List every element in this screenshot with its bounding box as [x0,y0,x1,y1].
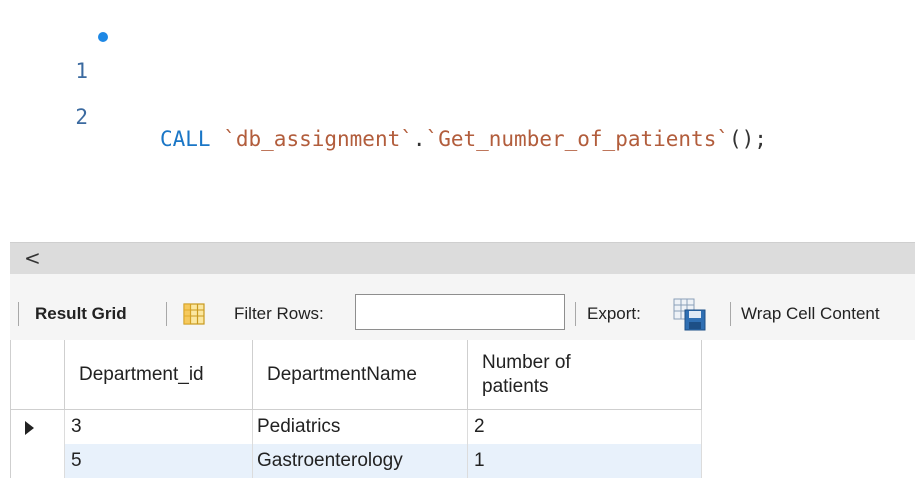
cell-department-name[interactable]: Gastroenterology [253,444,468,478]
result-grid-icon[interactable] [182,302,206,326]
toolbar-separator [730,302,731,326]
filter-rows-input[interactable] [355,294,565,330]
row-selector[interactable] [10,444,65,478]
result-toolbar: Result Grid Filter Rows: Export: Wrap Ce… [10,274,915,341]
export-save-icon[interactable] [673,298,707,332]
column-header-department-id[interactable]: Department_id [65,340,253,410]
editor-line-1[interactable]: 1 CALL `db_assignment`.`Get_number_of_pa… [10,20,767,151]
sql-parens: (); [728,127,767,151]
cell-department-name[interactable]: Pediatrics [253,410,468,444]
editor-line-2[interactable]: 2 [10,66,88,129]
toolbar-separator [18,302,19,326]
horizontal-scrollbar[interactable]: < [10,242,915,275]
column-header-label: Number of patients [482,351,571,397]
sql-dot: . [412,127,426,151]
table-row[interactable]: 5 Gastroenterology 1 [10,444,702,478]
cell-department-id[interactable]: 3 [65,410,253,444]
wrap-cell-content-button[interactable]: Wrap Cell Content [741,304,880,324]
column-header-label: DepartmentName [267,363,417,385]
result-grid-tab[interactable]: Result Grid [35,304,127,324]
cell-number-of-patients[interactable]: 2 [468,410,702,444]
statement-marker-icon [98,32,108,42]
sql-statement[interactable]: CALL `db_assignment`.`Get_number_of_pati… [160,122,767,156]
toolbar-separator [575,302,576,326]
line-number: 2 [75,105,88,129]
sql-procedure-name: `Get_number_of_patients` [425,127,729,151]
table-row[interactable]: 3 Pediatrics 2 [10,410,702,444]
current-row-arrow-icon [25,421,34,435]
column-header-number-of-patients[interactable]: Number of patients [468,340,702,410]
line-number: 1 [75,59,88,83]
row-selector[interactable] [10,410,65,444]
toolbar-separator [166,302,167,326]
column-header-label: Department_id [79,363,204,385]
sql-schema-name: `db_assignment` [223,127,413,151]
row-header-corner [10,340,65,410]
scroll-left-arrow-icon[interactable]: < [24,243,41,273]
filter-rows-label: Filter Rows: [234,304,324,323]
cell-number-of-patients[interactable]: 1 [468,444,702,478]
result-grid[interactable]: Department_id DepartmentName Number of p… [10,340,915,478]
column-header-department-name[interactable]: DepartmentName [253,340,468,410]
sql-keyword-call: CALL [160,127,211,151]
cell-department-id[interactable]: 5 [65,444,253,478]
export-label: Export: [587,304,641,323]
sql-editor[interactable]: 1 CALL `db_assignment`.`Get_number_of_pa… [10,0,915,242]
